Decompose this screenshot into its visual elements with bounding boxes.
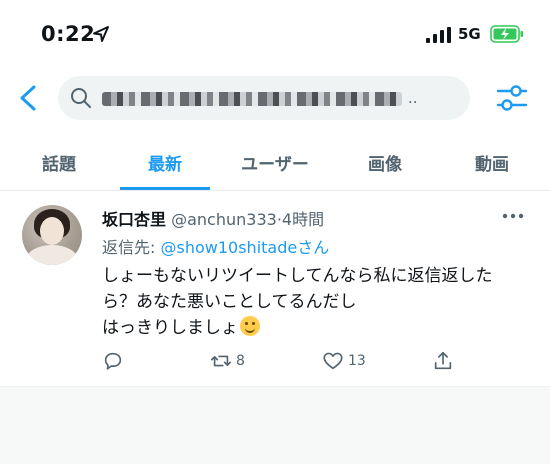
tweet-header: 坂口杏里 @anchun333·4時間 [102,206,324,230]
tweet-text-line: はっきりしましょ [102,318,238,338]
display-name[interactable]: 坂口杏里 [102,210,166,229]
reply-icon [104,352,122,370]
tab-people[interactable]: ユーザー [224,134,326,190]
more-options-icon[interactable] [502,211,524,221]
tab-top[interactable]: 話題 [0,134,118,190]
clock-time: 0:22 [41,22,96,46]
tweet-text-line-last: はっきりしましょ [102,315,532,341]
tweet-text-line: ら？あなた悪いことしてるんだし [102,292,357,312]
share-icon [434,351,452,370]
search-icon [71,88,91,108]
empty-timeline-area [0,386,550,464]
tab-latest[interactable]: 最新 [120,134,210,190]
smiling-face-emoji-icon [240,316,260,336]
like-count: 13 [348,353,366,369]
tab-videos[interactable]: 動画 [444,134,540,190]
avatar[interactable] [22,205,82,265]
retweet-count: 8 [236,353,245,369]
tab-photos[interactable]: 画像 [338,134,432,190]
tweet-text: しょーもないリツイートしてんなら私に返信返した ら？あなた悪いことしてるんだし … [102,263,532,341]
location-arrow-icon [93,26,109,42]
tweet-text-line: しょーもないリツイートしてんなら私に返信返した [102,266,493,286]
search-query-suffix: .. [408,89,418,107]
search-input[interactable]: .. [58,76,470,120]
user-handle[interactable]: @anchun333 [171,210,277,229]
battery-charging-icon [490,25,523,43]
share-button[interactable] [432,348,454,374]
tweet-actions: 8 13 [102,348,522,374]
search-query-obscured: .. [102,89,462,109]
search-row: .. [0,72,550,124]
retweet-icon [211,355,231,367]
pixelated-query [102,92,402,106]
status-bar: 0:22 5G [0,0,550,60]
tweet[interactable]: 坂口杏里 @anchun333·4時間 返信先: @show10shitadeさ… [0,191,550,385]
reply-context: 返信先: @show10shitadeさん [102,234,329,258]
tweet-time[interactable]: 4時間 [282,210,324,229]
reply-button[interactable] [102,348,124,374]
retweet-button[interactable]: 8 [210,348,245,374]
cellular-signal-icon [426,27,451,43]
network-type: 5G [458,25,481,43]
reply-prefix: 返信先: [102,238,156,257]
filter-settings-icon[interactable] [494,80,530,116]
like-button[interactable]: 13 [322,348,366,374]
back-arrow-icon[interactable] [14,82,42,114]
heart-icon [323,352,343,370]
search-tabs: 話題 最新 ユーザー 画像 動画 [0,134,550,191]
reply-mention-link[interactable]: @show10shitadeさん [161,238,330,257]
